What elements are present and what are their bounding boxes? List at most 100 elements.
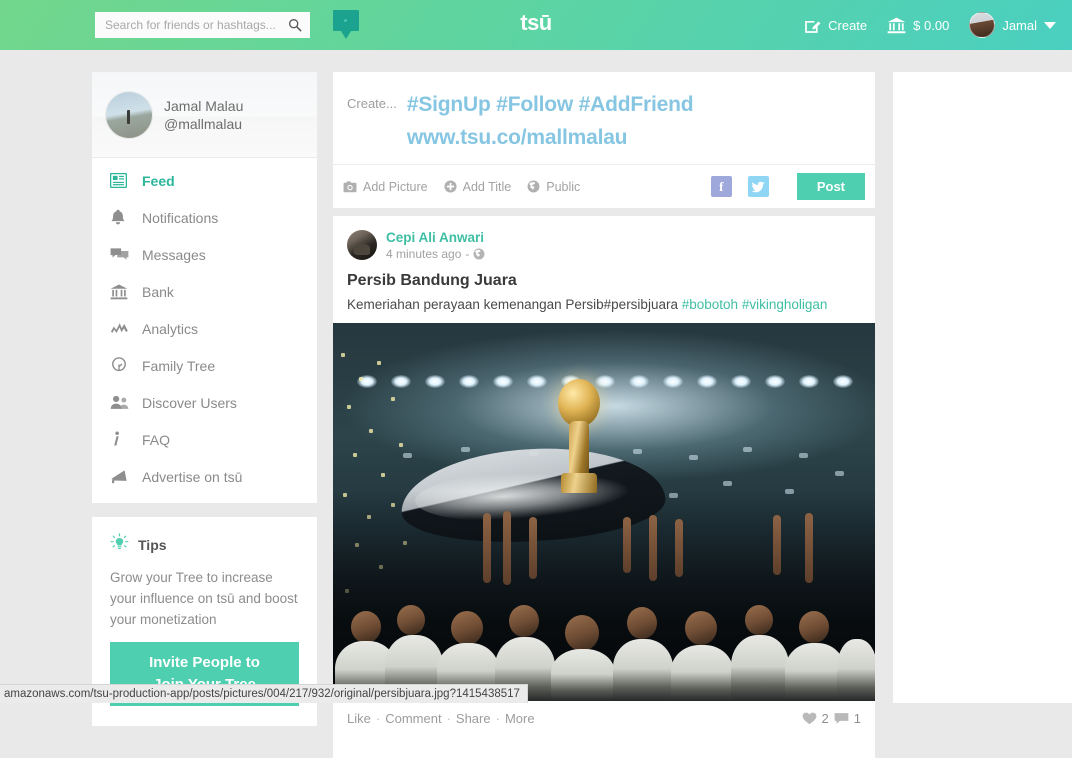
like-button[interactable]: Like (347, 711, 371, 726)
globe-icon (527, 180, 540, 193)
tips-text: Grow your Tree to increase your influenc… (110, 567, 299, 630)
megaphone-icon (110, 468, 132, 486)
share-twitter-button[interactable] (748, 176, 769, 197)
feed-column: Create... #SignUp #Follow #AddFriend www… (333, 72, 875, 758)
bank-balance-button[interactable]: $ 0.00 (887, 17, 949, 34)
share-facebook-button[interactable]: f (711, 176, 732, 197)
bell-icon (110, 209, 132, 227)
more-button[interactable]: More (505, 711, 535, 726)
avatar (969, 12, 995, 38)
sidebar-item-label: Advertise on tsū (142, 469, 242, 485)
user-menu-button[interactable]: Jamal (969, 12, 1056, 38)
composer-text-line-2: www.tsu.co/mallmalau (407, 121, 693, 154)
bank-icon (887, 17, 906, 34)
heart-icon (802, 712, 817, 725)
messages-icon (110, 246, 132, 264)
info-icon (110, 431, 132, 449)
action-separator: · (376, 711, 380, 726)
meta-separator: - (465, 247, 469, 261)
post-image[interactable] (333, 323, 875, 701)
post-title: Persib Bandung Juara (333, 261, 875, 290)
profile-avatar[interactable] (106, 92, 152, 138)
plus-circle-icon (444, 180, 457, 193)
composer-label: Create... (347, 88, 397, 154)
post-counts: 2 1 (802, 711, 861, 726)
post-meta: 4 minutes ago - (386, 247, 485, 261)
twitter-bird-icon (751, 181, 765, 193)
post-hashtag-2[interactable]: #vikingholigan (742, 297, 828, 312)
profile-card[interactable]: Jamal Malau @mallmalau (92, 72, 317, 158)
composer-textarea[interactable]: #SignUp #Follow #AddFriend www.tsu.co/ma… (407, 88, 693, 154)
sidebar-nav: Feed Notifications Mes (92, 158, 317, 503)
sidebar-item-family-tree[interactable]: Family Tree (92, 347, 317, 384)
feed-icon (110, 172, 132, 190)
header-right-actions: Create $ 0.00 Jamal (804, 0, 1056, 50)
globe-icon (473, 248, 485, 260)
post-author-name[interactable]: Cepi Ali Anwari (386, 230, 485, 245)
share-button[interactable]: Share (456, 711, 491, 726)
sidebar-item-analytics[interactable]: Analytics (92, 310, 317, 347)
sidebar-item-label: Feed (142, 173, 175, 189)
tips-title: Tips (138, 537, 167, 553)
top-header: tsū Create $ 0.00 Jamal (0, 0, 1072, 50)
privacy-selector[interactable]: Public (527, 180, 580, 194)
page-body: Jamal Malau @mallmalau Feed (0, 50, 1072, 703)
sidebar-item-label: Discover Users (142, 395, 237, 411)
left-sidebar: Jamal Malau @mallmalau Feed (92, 72, 317, 726)
profile-name: Jamal Malau (164, 97, 243, 115)
crowd (333, 491, 875, 701)
sidebar-item-bank[interactable]: Bank (92, 273, 317, 310)
post-author-avatar[interactable] (347, 230, 377, 260)
add-picture-button[interactable]: Add Picture (343, 180, 428, 194)
post-body: Kemeriahan perayaan kemenangan Persib#pe… (333, 290, 875, 323)
create-button[interactable]: Create (804, 17, 867, 34)
sidebar-item-label: Notifications (142, 210, 218, 226)
profile-handle: @mallmalau (164, 115, 243, 133)
sidebar-item-label: Analytics (142, 321, 198, 337)
action-separator: · (447, 711, 451, 726)
add-title-button[interactable]: Add Title (444, 180, 512, 194)
user-label: Jamal (1002, 18, 1037, 33)
composer-text-line-1: #SignUp #Follow #AddFriend (407, 88, 693, 121)
sidebar-item-label: Family Tree (142, 358, 215, 374)
post-button[interactable]: Post (797, 173, 865, 200)
users-icon (110, 394, 132, 412)
trophy-base (561, 473, 597, 493)
right-sidebar-panel (893, 72, 1072, 703)
browser-status-bar: amazonaws.com/tsu-production-app/posts/p… (0, 684, 528, 703)
add-picture-label: Add Picture (363, 180, 428, 194)
analytics-icon (110, 320, 132, 338)
sidebar-item-feed[interactable]: Feed (92, 162, 317, 199)
sidebar-item-label: Messages (142, 247, 206, 263)
post-body-text: Kemeriahan perayaan kemenangan Persib#pe… (347, 297, 678, 312)
composer-toolbar: Add Picture Add Title Public (333, 164, 875, 208)
lightbulb-icon (110, 533, 129, 557)
sidebar-item-label: Bank (142, 284, 174, 300)
tree-icon (110, 357, 132, 375)
add-title-label: Add Title (463, 180, 512, 194)
comment-count: 1 (854, 711, 861, 726)
balance-label: $ 0.00 (913, 18, 949, 33)
camera-icon (343, 181, 357, 193)
comment-bubble-icon (834, 712, 849, 725)
sidebar-item-messages[interactable]: Messages (92, 236, 317, 273)
create-label: Create (828, 18, 867, 33)
post-hashtag-1[interactable]: #bobotoh (682, 297, 738, 312)
post-card: Cepi Ali Anwari 4 minutes ago - Persib B… (333, 216, 875, 736)
action-separator: · (496, 711, 500, 726)
trophy-stem (569, 421, 589, 477)
sidebar-item-faq[interactable]: FAQ (92, 421, 317, 458)
sidebar-item-advertise[interactable]: Advertise on tsū (92, 458, 317, 495)
like-count: 2 (822, 711, 829, 726)
sidebar-item-discover-users[interactable]: Discover Users (92, 384, 317, 421)
comment-button[interactable]: Comment (385, 711, 441, 726)
privacy-label: Public (546, 180, 580, 194)
chevron-down-icon[interactable] (1044, 22, 1056, 29)
next-post-preview (333, 736, 875, 758)
post-timestamp: 4 minutes ago (386, 247, 461, 261)
trophy-cup (558, 379, 600, 427)
invite-line-1: Invite People to (149, 654, 260, 671)
post-composer: Create... #SignUp #Follow #AddFriend www… (333, 72, 875, 208)
bank-icon (110, 283, 132, 301)
sidebar-item-notifications[interactable]: Notifications (92, 199, 317, 236)
